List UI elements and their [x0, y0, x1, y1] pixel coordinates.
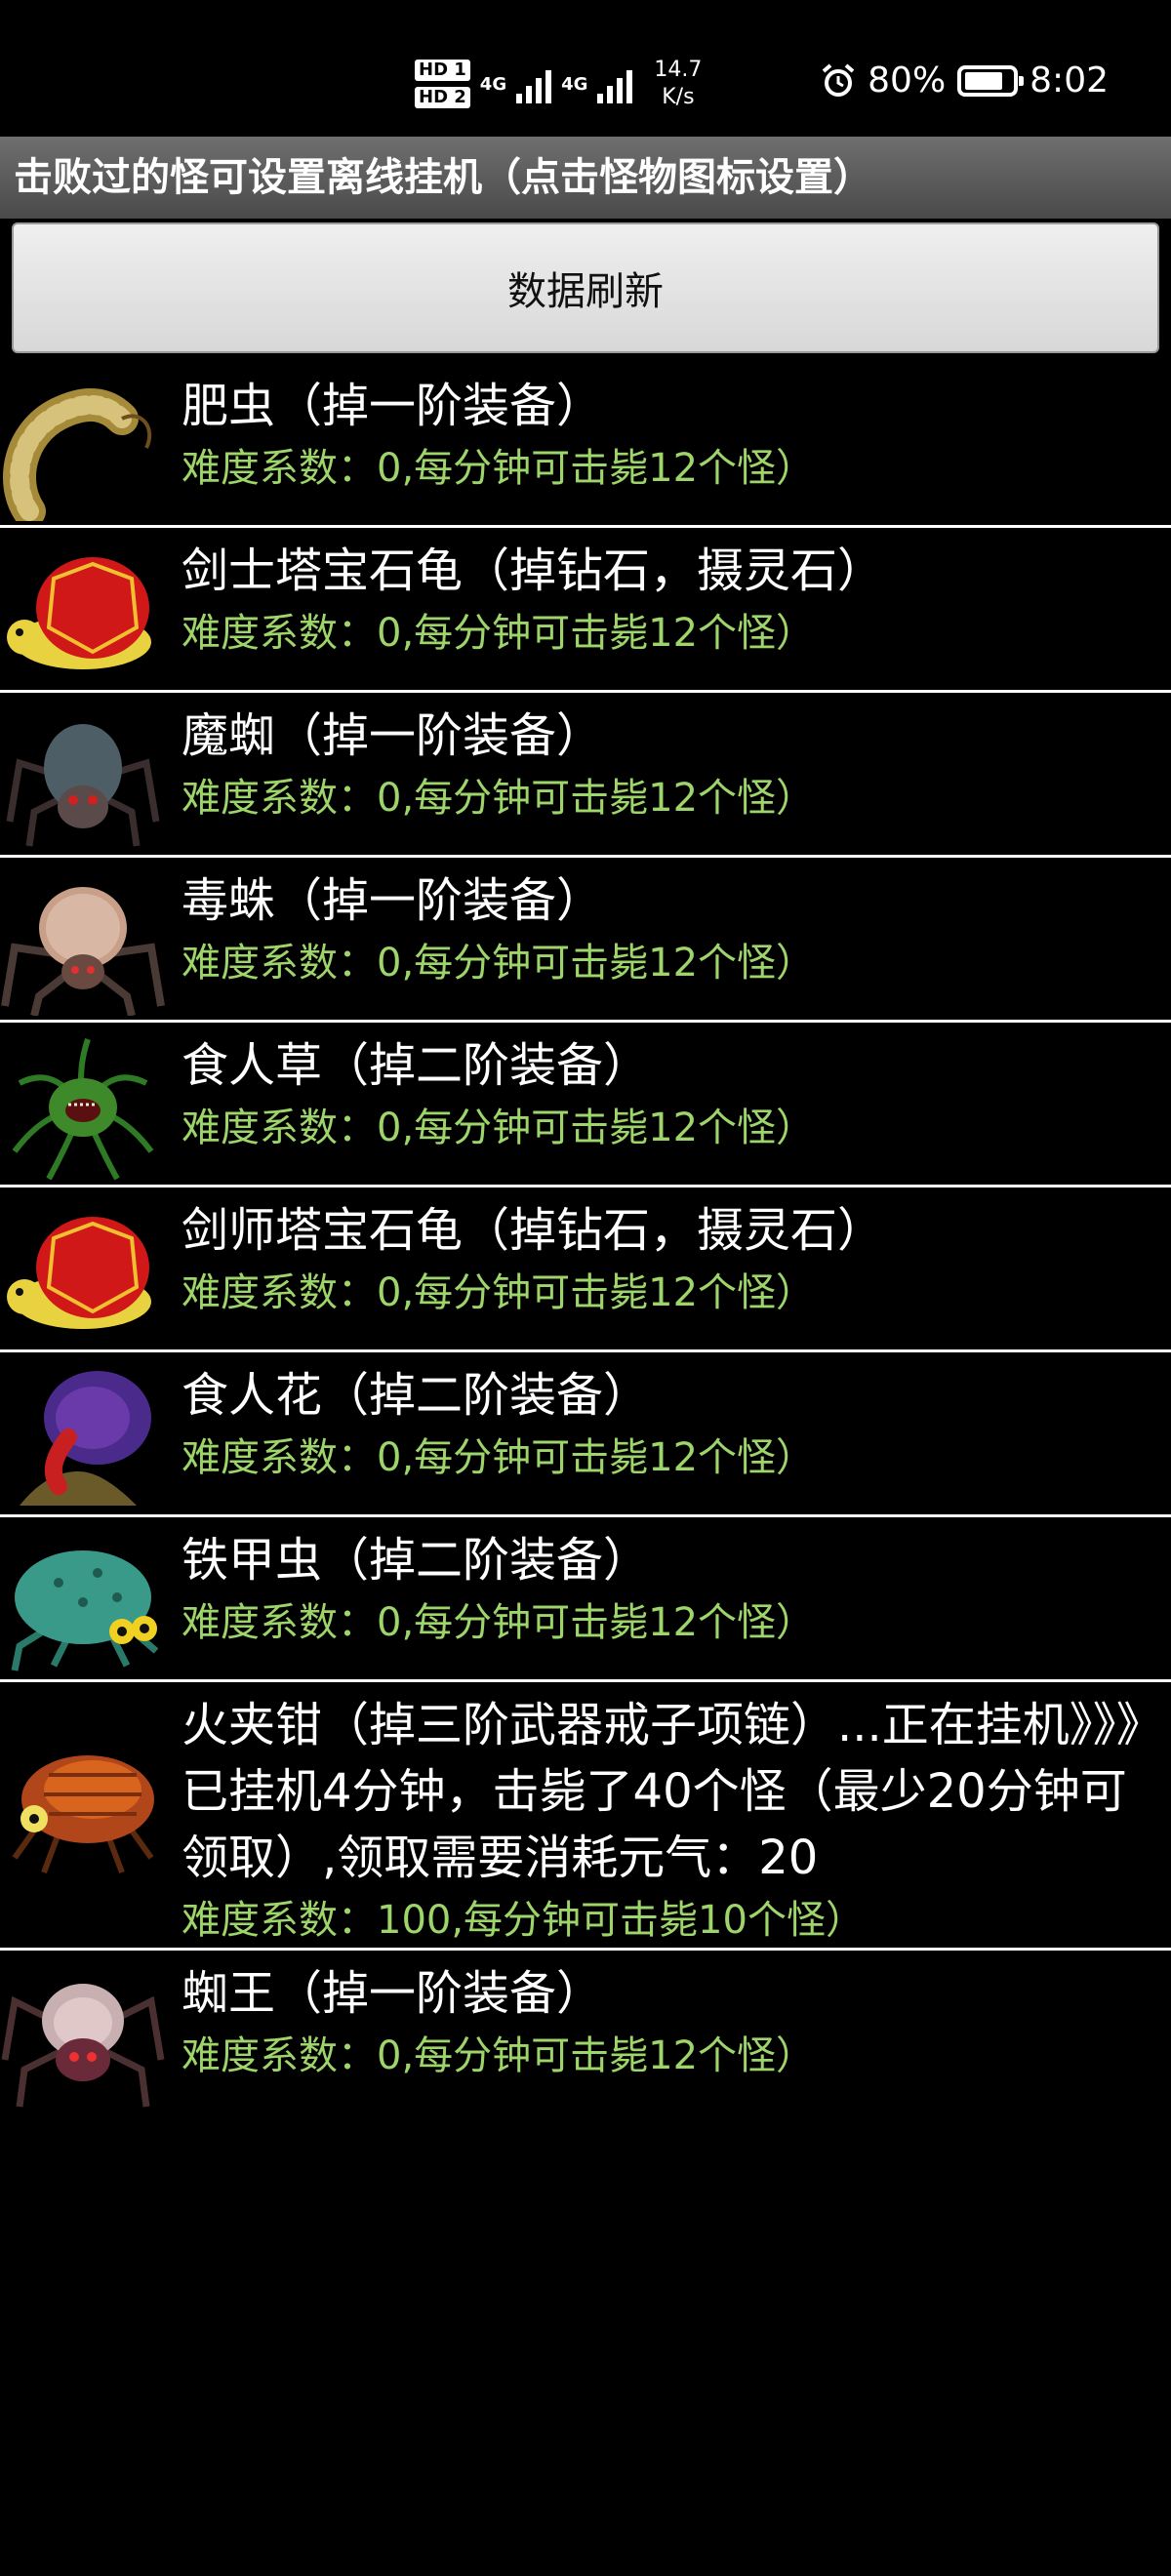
signal-icon	[516, 64, 552, 103]
maneater-flower-icon[interactable]	[0, 1364, 166, 1510]
network-indicators: HD 1 HD 2 4G 4G 14.7 K/s	[415, 57, 702, 111]
monster-row[interactable]: 剑师塔宝石龟（掉钻石，摄灵石） 难度系数：0,每分钟可击毙12个怪）	[0, 1187, 1171, 1352]
monster-name: 食人花（掉二阶装备）	[182, 1368, 651, 1423]
monster-difficulty: 难度系数：0,每分钟可击毙12个怪）	[182, 941, 816, 986]
monster-name: 魔蜘（掉一阶装备）	[182, 708, 604, 763]
monster-difficulty: 难度系数：0,每分钟可击毙12个怪）	[182, 1600, 816, 1645]
clock: 8:02	[1030, 60, 1109, 101]
monster-difficulty: 难度系数：0,每分钟可击毙12个怪）	[182, 1435, 816, 1480]
monster-row[interactable]: 食人草（掉二阶装备） 难度系数：0,每分钟可击毙12个怪）	[0, 1023, 1171, 1187]
battery-percent: 80%	[868, 60, 947, 101]
monster-name: 毒蛛（掉一阶装备）	[182, 873, 604, 928]
monster-difficulty: 难度系数：0,每分钟可击毙12个怪）	[182, 776, 816, 821]
monster-row[interactable]: 剑士塔宝石龟（掉钻石，摄灵石） 难度系数：0,每分钟可击毙12个怪）	[0, 528, 1171, 693]
monster-name: 火夹钳（掉三阶武器戒子项链）...正在挂机》》》已挂机4分钟，击毙了40个怪（最…	[182, 1698, 1140, 1885]
hd2-badge: HD 2	[415, 87, 470, 108]
net-speed: 14.7 K/s	[654, 57, 702, 111]
monster-difficulty: 难度系数：0,每分钟可击毙12个怪）	[182, 1270, 816, 1315]
demon-spider-icon[interactable]	[0, 704, 166, 851]
monster-row[interactable]: 魔蜘（掉一阶装备） 难度系数：0,每分钟可击毙12个怪）	[0, 693, 1171, 858]
monster-difficulty: 难度系数：0,每分钟可击毙12个怪）	[182, 611, 816, 656]
monster-name: 铁甲虫（掉二阶装备）	[182, 1533, 651, 1588]
monster-row[interactable]: 铁甲虫（掉二阶装备） 难度系数：0,每分钟可击毙12个怪）	[0, 1517, 1171, 1682]
maneater-grass-icon[interactable]	[0, 1034, 166, 1181]
fat-worm-icon[interactable]	[0, 375, 166, 521]
monster-name: 蜘王（掉一阶装备）	[182, 1966, 604, 2021]
monster-row[interactable]: 毒蛛（掉一阶装备） 难度系数：0,每分钟可击毙12个怪）	[0, 858, 1171, 1023]
monster-name: 剑士塔宝石龟（掉钻石，摄灵石）	[182, 543, 885, 598]
net-speed-value: 14.7	[654, 58, 703, 82]
monster-difficulty: 难度系数：0,每分钟可击毙12个怪）	[182, 1106, 816, 1150]
status-bar: HD 1 HD 2 4G 4G 14.7 K/s 80% 8:02	[0, 0, 1171, 137]
monster-difficulty: 难度系数：0,每分钟可击毙12个怪）	[182, 446, 816, 491]
monster-row[interactable]: 蜘王（掉一阶装备） 难度系数：0,每分钟可击毙12个怪）	[0, 1951, 1171, 2115]
network-type-1: 4G	[479, 73, 507, 95]
fire-crab-icon[interactable]	[0, 1731, 166, 1877]
monster-name: 食人草（掉二阶装备）	[182, 1038, 651, 1093]
monster-difficulty: 难度系数：0,每分钟可击毙12个怪）	[182, 2033, 816, 2078]
poison-spider-icon[interactable]	[0, 869, 166, 1016]
monster-row[interactable]: 食人花（掉二阶装备） 难度系数：0,每分钟可击毙12个怪）	[0, 1352, 1171, 1517]
monster-list: 肥虫（掉一阶装备） 难度系数：0,每分钟可击毙12个怪） 剑士塔宝石龟（掉钻石，…	[0, 363, 1171, 2115]
refresh-button[interactable]: 数据刷新	[12, 222, 1159, 353]
status-right: 80% 8:02	[821, 60, 1109, 101]
hd1-badge: HD 1	[415, 60, 470, 81]
spider-king-icon[interactable]	[0, 1962, 166, 2109]
monster-name: 剑师塔宝石龟（掉钻石，摄灵石）	[182, 1203, 885, 1258]
monster-difficulty: 难度系数：100,每分钟可击毙10个怪）	[182, 1898, 865, 1943]
monster-row[interactable]: 肥虫（掉一阶装备） 难度系数：0,每分钟可击毙12个怪）	[0, 363, 1171, 528]
network-type-2: 4G	[561, 73, 588, 95]
signal-icon	[597, 64, 633, 103]
gem-turtle-icon[interactable]	[0, 540, 166, 686]
battery-icon	[957, 64, 1025, 97]
net-speed-unit: K/s	[662, 85, 695, 109]
page-title: 击败过的怪可设置离线挂机（点击怪物图标设置）	[0, 137, 1171, 219]
monster-name: 肥虫（掉一阶装备）	[182, 379, 604, 433]
monster-row[interactable]: 火夹钳（掉三阶武器戒子项链）...正在挂机》》》已挂机4分钟，击毙了40个怪（最…	[0, 1682, 1171, 1951]
alarm-icon	[822, 62, 855, 97]
iron-beetle-icon[interactable]	[0, 1529, 166, 1675]
gem-turtle-icon[interactable]	[0, 1199, 166, 1346]
